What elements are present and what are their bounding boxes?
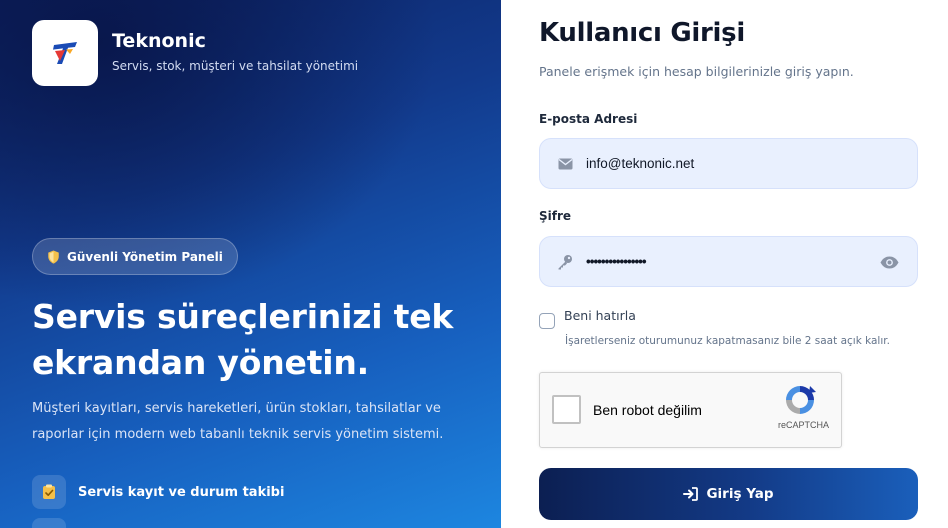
recaptcha-checkbox[interactable] [552,395,581,424]
email-input[interactable] [586,139,876,188]
envelope-icon [556,155,574,173]
password-label: Şifre [539,209,572,223]
password-field-wrapper [539,236,918,287]
recaptcha-brand: reCAPTCHA [777,420,829,430]
feature-label: Servis kayıt ve durum takibi [78,484,285,500]
hero-title-line-1: Servis süreçlerinizi tek [32,297,454,336]
recaptcha-logo-icon [786,386,816,414]
sign-in-icon [683,487,699,501]
brand-tagline: Servis, stok, müşteri ve tahsilat yöneti… [112,59,359,73]
eye-icon[interactable] [879,253,899,271]
clipboard-check-icon [32,475,66,509]
hero-description: Müşteri kayıtları, servis hareketleri, ü… [32,401,444,442]
password-input[interactable] [586,237,876,286]
login-submit-label: Giriş Yap [706,486,774,502]
shield-icon [48,249,59,264]
recaptcha-label: Ben robot değilim [593,402,702,418]
remember-me-label[interactable]: Beni hatırla [564,308,636,323]
teknonic-logo-icon [53,42,77,64]
remember-me-checkbox[interactable] [539,313,555,329]
hero-title: Servis süreçlerinizi tek ekrandan yöneti… [32,294,492,386]
key-icon [556,253,574,271]
login-submit-button[interactable]: Giriş Yap [539,468,918,520]
hero-title-line-2: ekrandan yönetin. [32,343,370,382]
feature-item: Servis kayıt ve durum takibi [32,475,284,509]
login-subtitle: Panele erişmek için hesap bilgilerinizle… [539,64,854,79]
brand-panel: Teknonic Servis, stok, müşteri ve tahsil… [0,0,501,528]
feature-item-partial [32,518,66,528]
login-panel: Kullanıcı Girişi Panele erişmek için hes… [501,0,948,528]
email-field-wrapper [539,138,918,189]
security-badge: Güvenli Yönetim Paneli [32,238,238,275]
security-badge-label: Güvenli Yönetim Paneli [67,249,223,264]
remember-me[interactable]: Beni hatırla [539,307,636,329]
login-title: Kullanıcı Girişi [539,18,745,48]
remember-me-hint: İşaretlerseniz oturumunuz kapatmasanız b… [565,335,890,347]
recaptcha-widget: Ben robot değilim reCAPTCHA [539,372,842,448]
feature-icon [32,518,66,528]
brand-name: Teknonic [112,30,206,52]
brand-logo [32,20,98,86]
email-label: E-posta Adresi [539,112,638,126]
